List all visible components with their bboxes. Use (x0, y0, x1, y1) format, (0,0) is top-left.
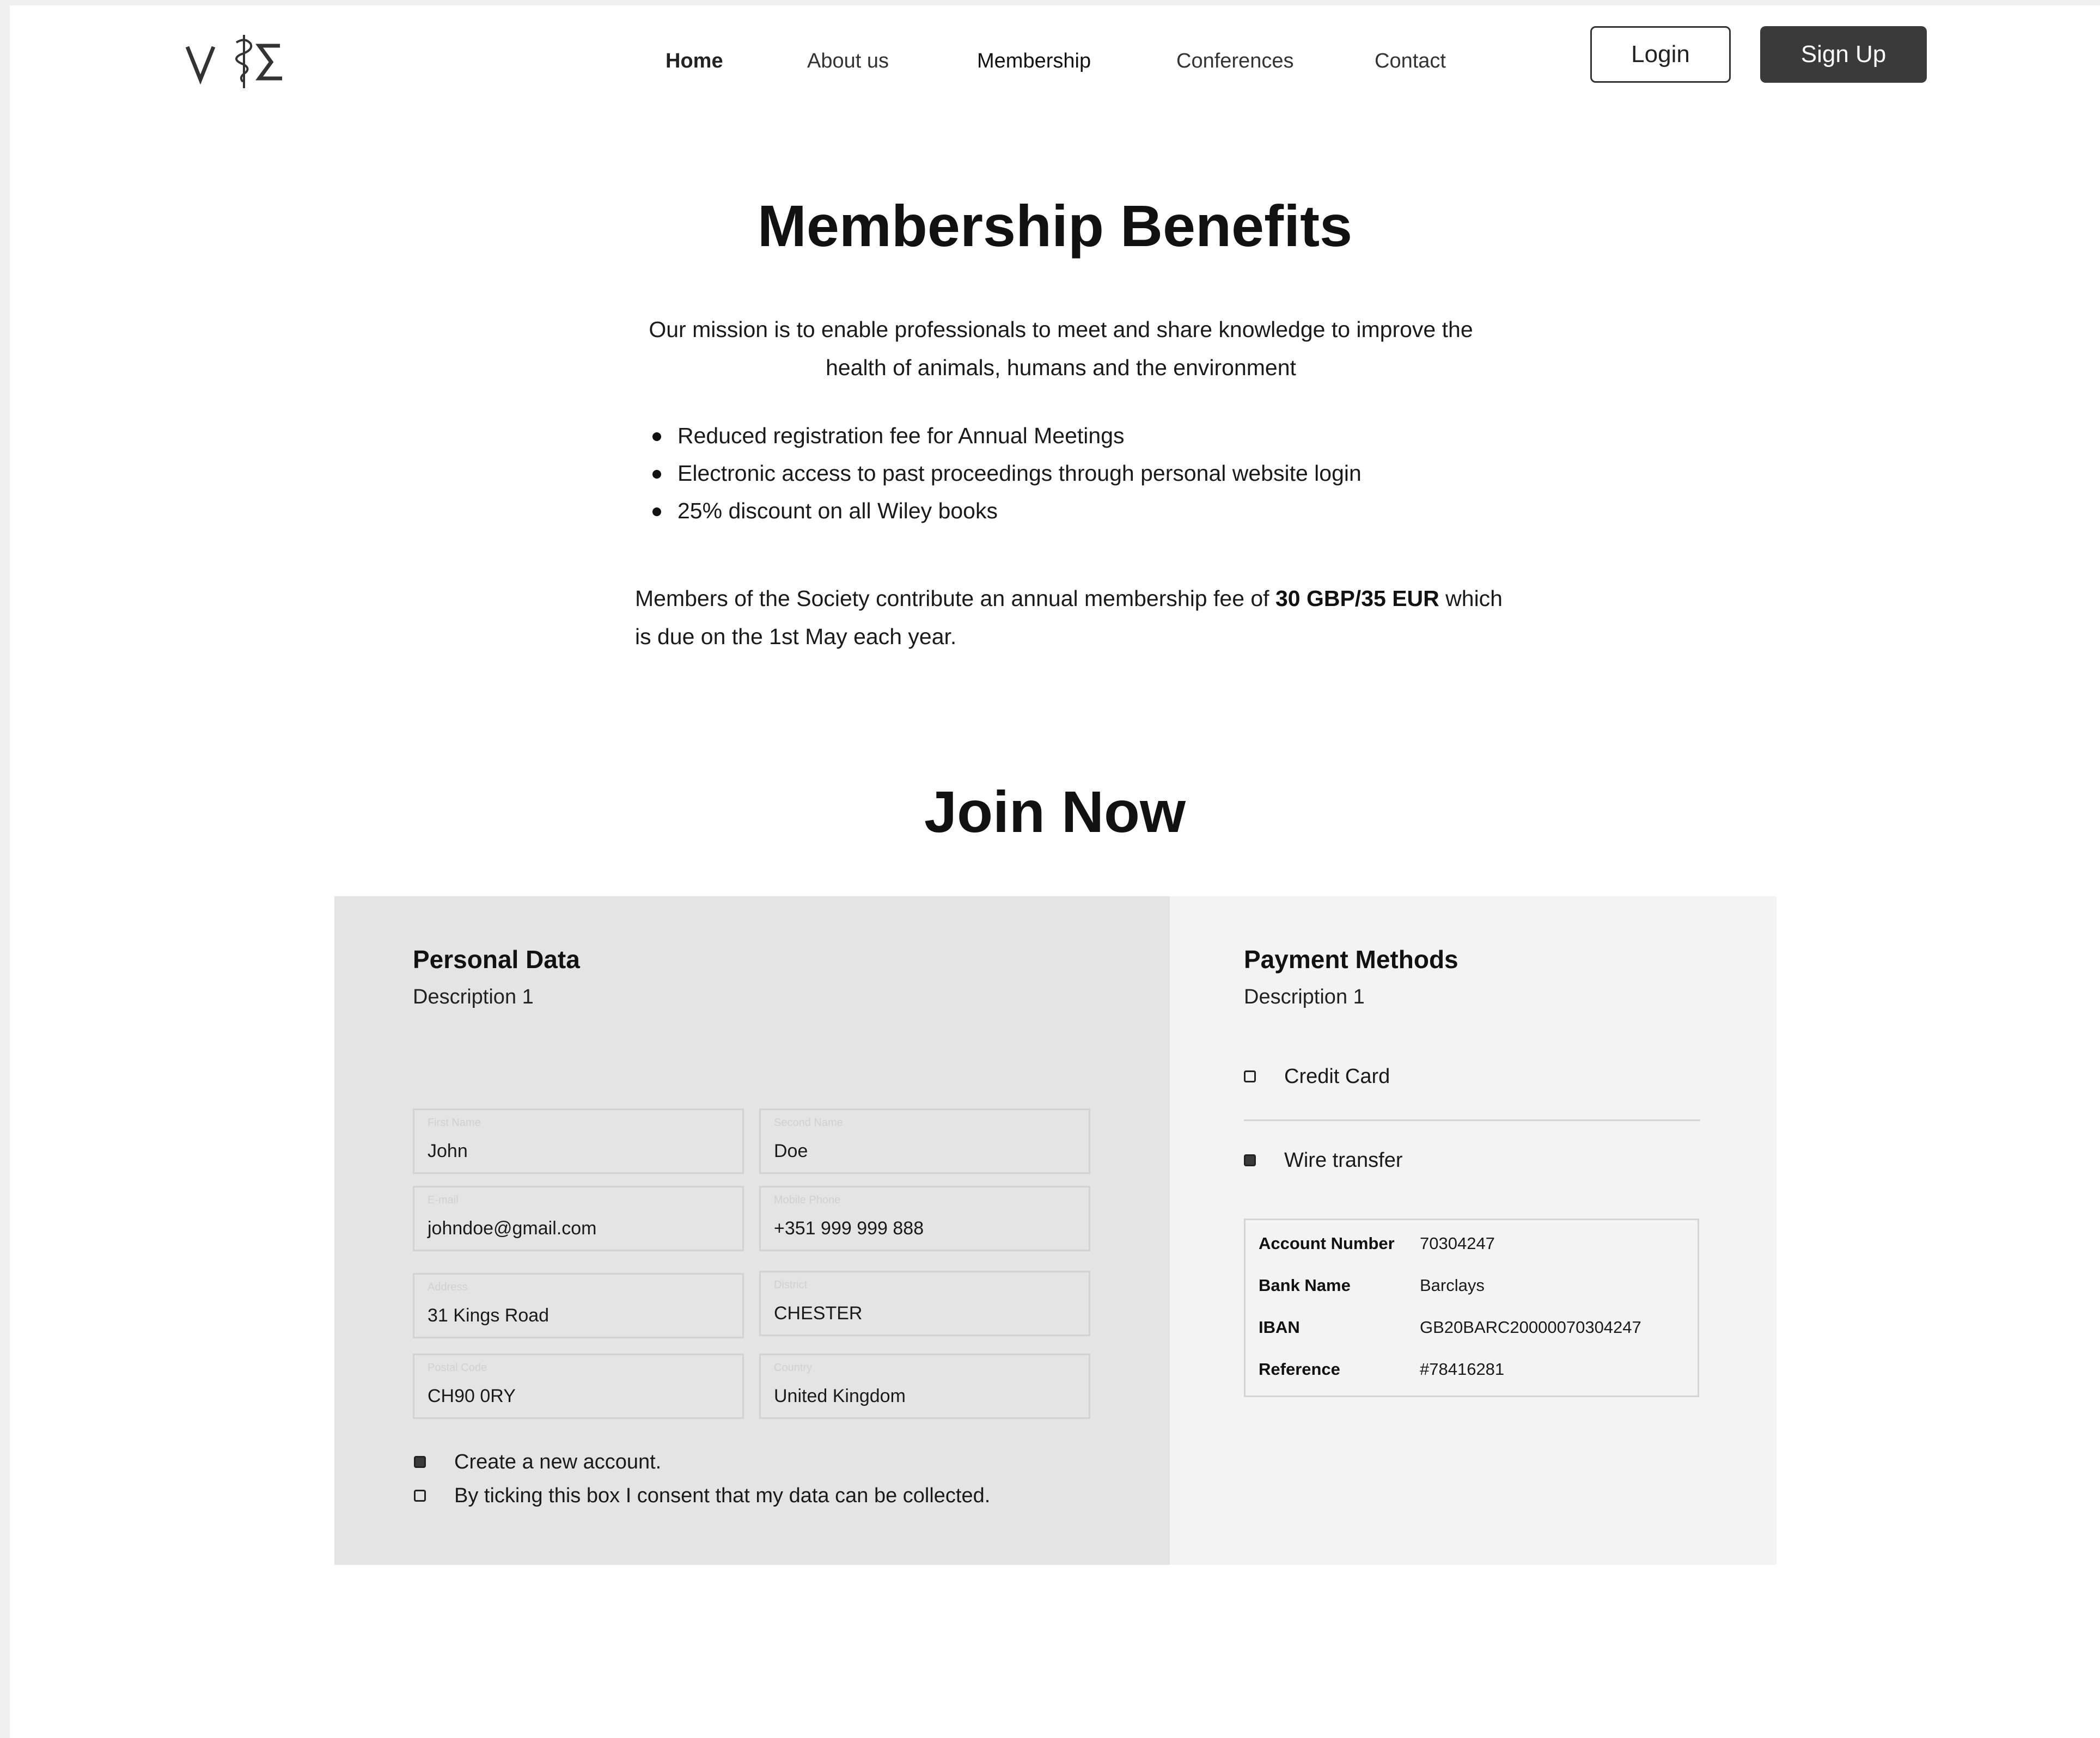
field-value: CH90 0RY (428, 1386, 516, 1406)
consent-label: By ticking this box I consent that my da… (454, 1484, 991, 1507)
logo-icon[interactable] (184, 32, 288, 91)
nav-membership[interactable]: Membership (977, 49, 1091, 73)
wire-transfer-label: Wire transfer (1284, 1149, 1403, 1172)
postal-code-field[interactable]: Postal Code CH90 0RY (413, 1354, 744, 1419)
field-value: +351 999 999 888 (774, 1218, 924, 1239)
field-label: Mobile Phone (774, 1194, 841, 1206)
benefit-item: 25% discount on all Wiley books (647, 492, 1518, 530)
field-label: Country (774, 1362, 813, 1374)
payment-methods-title: Payment Methods (1244, 945, 1458, 974)
personal-data-description: Description 1 (413, 986, 534, 1008)
bank-row: Reference #78416281 (1259, 1357, 1689, 1382)
divider (1244, 1119, 1700, 1121)
page-title: Membership Benefits (757, 193, 1353, 259)
bank-row: Account Number 70304247 (1259, 1231, 1689, 1256)
bank-key: Bank Name (1259, 1276, 1351, 1295)
field-value: 31 Kings Road (428, 1305, 550, 1326)
field-label: Address (428, 1281, 468, 1293)
mobile-phone-field[interactable]: Mobile Phone +351 999 999 888 (759, 1186, 1090, 1251)
bank-key: IBAN (1259, 1318, 1300, 1337)
payment-methods-description: Description 1 (1244, 986, 1365, 1008)
first-name-field[interactable]: First Name John (413, 1109, 744, 1174)
bank-value: GB20BARC20000070304247 (1420, 1318, 1641, 1337)
personal-data-title: Personal Data (413, 945, 580, 974)
membership-fee-text: Members of the Society contribute an ann… (635, 579, 1506, 656)
page: Home About us Membership Conferences Con… (10, 5, 2100, 1738)
benefit-text: Reduced registration fee for Annual Meet… (677, 423, 1125, 448)
field-label: Postal Code (428, 1362, 487, 1374)
benefit-text: Electronic access to past proceedings th… (677, 461, 1362, 486)
benefit-item: Electronic access to past proceedings th… (647, 455, 1518, 492)
bank-value: Barclays (1420, 1276, 1485, 1295)
nav-home[interactable]: Home (666, 49, 723, 73)
credit-card-label: Credit Card (1284, 1065, 1390, 1088)
wire-transfer-checkbox[interactable] (1244, 1154, 1256, 1166)
field-value: John (428, 1141, 468, 1161)
fee-amount: 30 GBP/35 EUR (1275, 586, 1439, 611)
bullet-icon (652, 507, 661, 516)
bank-value: 70304247 (1420, 1234, 1495, 1253)
bullet-icon (652, 432, 661, 441)
nav-about-us[interactable]: About us (807, 49, 889, 73)
district-field[interactable]: District CHESTER (759, 1271, 1090, 1336)
create-account-label: Create a new account. (454, 1451, 662, 1473)
consent-checkbox[interactable] (414, 1490, 426, 1502)
nav-contact[interactable]: Contact (1375, 49, 1446, 73)
login-button[interactable]: Login (1590, 26, 1731, 83)
field-value: United Kingdom (774, 1386, 906, 1406)
field-value: johndoe@gmail.com (428, 1218, 597, 1239)
bank-key: Account Number (1259, 1234, 1395, 1253)
field-label: District (774, 1279, 808, 1291)
field-value: CHESTER (774, 1303, 863, 1324)
bullet-icon (652, 470, 661, 479)
bank-value: #78416281 (1420, 1360, 1505, 1379)
signup-button[interactable]: Sign Up (1760, 26, 1927, 83)
credit-card-checkbox[interactable] (1244, 1070, 1256, 1082)
field-value: Doe (774, 1141, 808, 1161)
benefit-text: 25% discount on all Wiley books (677, 498, 998, 523)
benefit-item: Reduced registration fee for Annual Meet… (647, 417, 1518, 455)
bank-row: IBAN GB20BARC20000070304247 (1259, 1315, 1689, 1340)
second-name-field[interactable]: Second Name Doe (759, 1109, 1090, 1174)
bank-key: Reference (1259, 1360, 1340, 1379)
field-label: First Name (428, 1117, 481, 1129)
country-field[interactable]: Country United Kingdom (759, 1354, 1090, 1419)
create-account-checkbox[interactable] (414, 1456, 426, 1468)
field-label: E-mail (428, 1194, 459, 1206)
bank-row: Bank Name Barclays (1259, 1273, 1689, 1298)
field-label: Second Name (774, 1117, 843, 1129)
mission-statement: Our mission is to enable professionals t… (649, 317, 1473, 380)
email-field[interactable]: E-mail johndoe@gmail.com (413, 1186, 744, 1251)
bank-details: Account Number 70304247 Bank Name Barcla… (1244, 1219, 1699, 1397)
address-field[interactable]: Address 31 Kings Road (413, 1273, 744, 1338)
fee-prefix: Members of the Society contribute an ann… (635, 586, 1275, 611)
join-title: Join Now (924, 779, 1186, 844)
nav-conferences[interactable]: Conferences (1176, 49, 1293, 73)
benefit-list: Reduced registration fee for Annual Meet… (647, 417, 1518, 530)
